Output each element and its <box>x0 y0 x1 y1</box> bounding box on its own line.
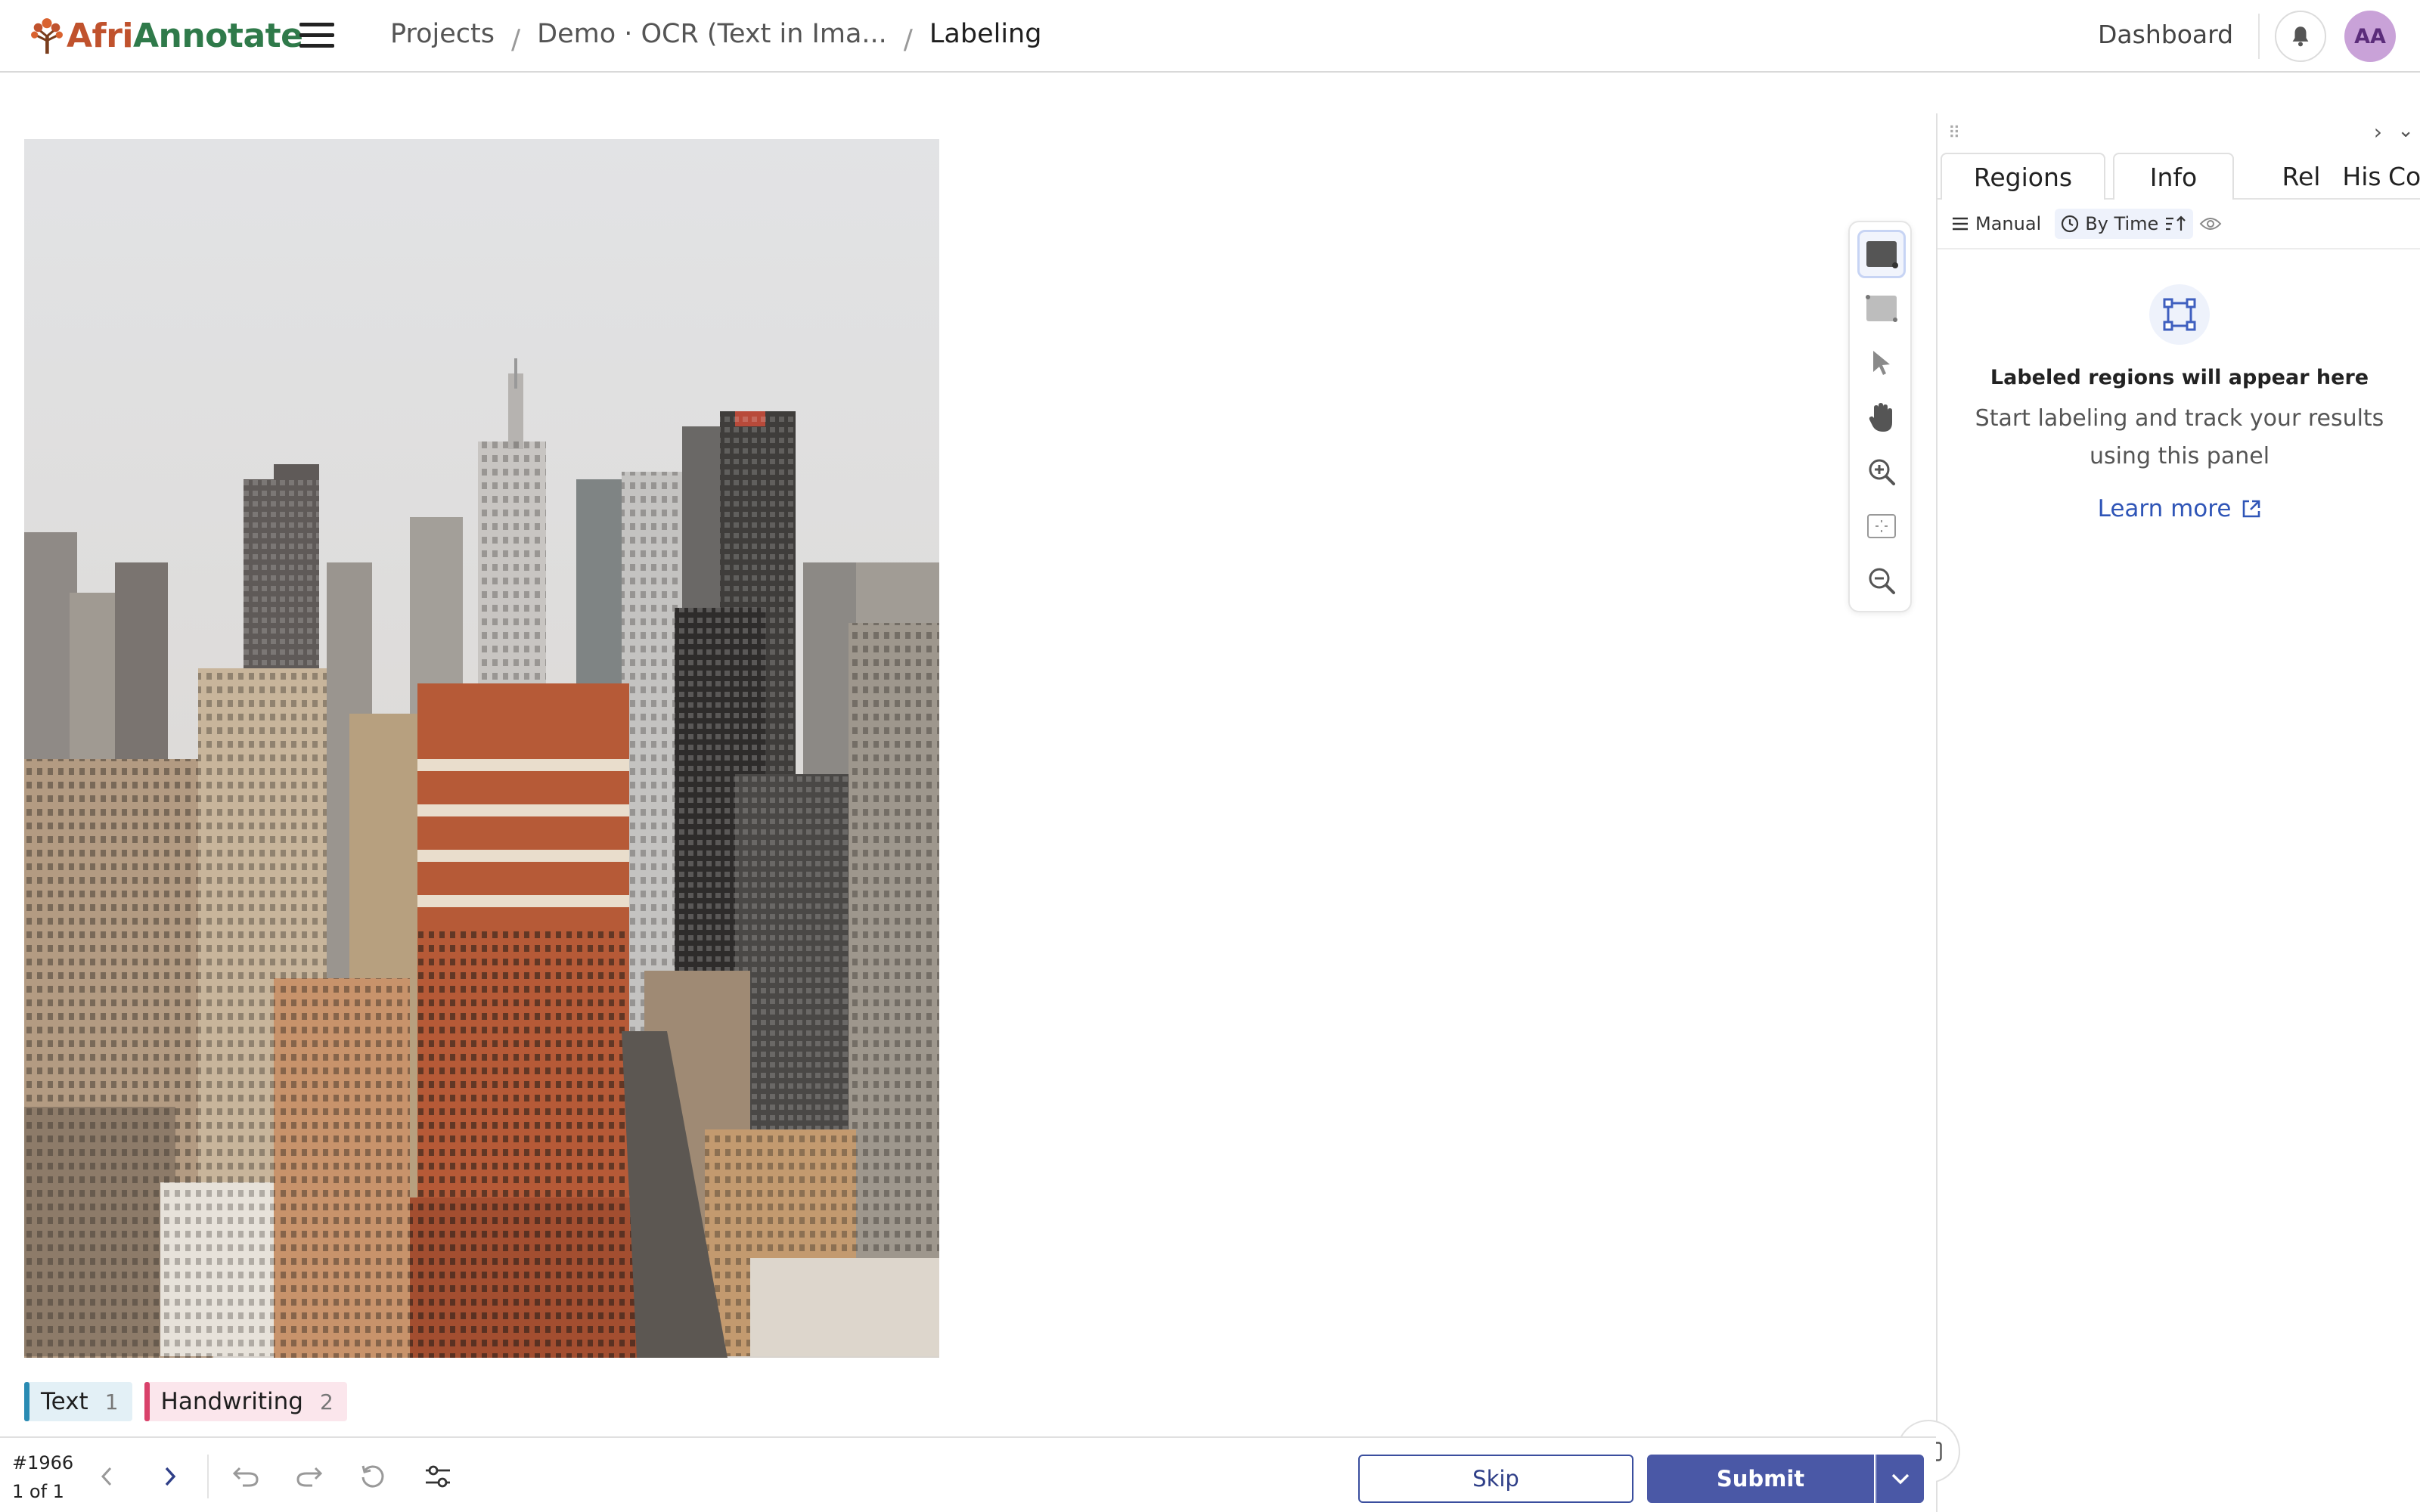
zoom-to-fit-icon <box>1867 514 1896 538</box>
label-name: Text <box>41 1388 88 1415</box>
sort-by-time[interactable]: By Time <box>2055 209 2194 239</box>
list-icon <box>1953 217 1968 231</box>
zoom-in-icon <box>1869 459 1895 485</box>
collapse-panel-icon[interactable]: ⌄ <box>2397 119 2414 142</box>
label-chip-handwriting[interactable]: Handwriting 2 <box>144 1382 347 1421</box>
bell-icon <box>2292 26 2309 47</box>
task-id: #1966 <box>12 1452 74 1473</box>
tab-info[interactable]: Info <box>2113 153 2234 200</box>
city-skyline-image <box>24 139 939 1358</box>
breadcrumb-separator: / <box>903 24 913 55</box>
eye-icon <box>2199 218 2222 230</box>
skip-button[interactable]: Skip <box>1358 1455 1634 1503</box>
tree-logo-icon <box>31 17 63 54</box>
logo[interactable]: AfriAnnotate <box>29 17 303 55</box>
breadcrumb-current: Labeling <box>929 18 1042 49</box>
select-tool[interactable] <box>1857 339 1906 387</box>
tab-regions[interactable]: Regions <box>1941 153 2105 200</box>
panel-tabs: Regions Info Rel His Co <box>1938 153 2420 200</box>
submit-button[interactable]: Submit <box>1647 1455 1874 1503</box>
label-list: Text 1 Handwriting 2 <box>24 1382 347 1421</box>
expand-panel-icon[interactable]: › <box>2374 119 2382 144</box>
sliders-icon <box>426 1465 450 1488</box>
task-position: 1 of 1 <box>12 1481 64 1502</box>
next-task-button[interactable] <box>153 1459 188 1494</box>
task-image[interactable] <box>24 139 939 1358</box>
rectangle-tool-alt[interactable] <box>1857 284 1906 333</box>
chevron-right-icon <box>165 1467 176 1486</box>
settings-button[interactable] <box>420 1459 455 1494</box>
logo-text-afri: Afri <box>67 17 133 55</box>
empty-state-subtitle: Start labeling and track your results us… <box>1975 405 2384 469</box>
top-bar: AfriAnnotate Projects / Demo · OCR (Text… <box>0 0 2420 73</box>
dashboard-link[interactable]: Dashboard <box>2098 20 2233 49</box>
submit-options-button[interactable] <box>1876 1455 1924 1503</box>
empty-state-title: Labeled regions will appear here <box>1990 366 2369 389</box>
bottom-bar: #1966 1 of 1 Skip Submit <box>0 1436 1936 1512</box>
pan-hand-icon <box>1869 403 1892 432</box>
tab-history[interactable]: His <box>2335 153 2388 200</box>
zoom-out-tool[interactable] <box>1857 556 1906 605</box>
rectangle-fill-icon <box>1866 241 1898 268</box>
breadcrumb-project-name[interactable]: Demo · OCR (Text in Ima... <box>537 19 887 49</box>
external-link-icon <box>2243 500 2260 518</box>
menu-icon[interactable] <box>299 23 334 50</box>
grouping-manual[interactable]: Manual <box>1945 209 2047 239</box>
notifications-button[interactable] <box>2275 11 2326 62</box>
undo-button[interactable] <box>228 1459 263 1494</box>
reset-button[interactable] <box>355 1459 390 1494</box>
grouping-manual-label: Manual <box>1975 213 2042 234</box>
undo-icon <box>232 1467 259 1487</box>
side-panel: ⠿ › ⌄ Regions Info Rel His Co Manual By … <box>1936 113 2420 1512</box>
redo-button[interactable] <box>292 1459 327 1494</box>
reset-icon <box>361 1465 384 1488</box>
pan-tool[interactable] <box>1857 393 1906 442</box>
label-hotkey: 2 <box>319 1389 334 1414</box>
breadcrumb: Projects / Demo · OCR (Text in Ima... / … <box>390 18 1042 56</box>
sort-by-time-label: By Time <box>2085 213 2159 234</box>
sort-ascending-icon <box>2166 215 2186 231</box>
zoom-to-fit-tool[interactable] <box>1857 502 1906 550</box>
label-name: Handwriting <box>160 1388 303 1415</box>
label-hotkey: 1 <box>104 1389 119 1414</box>
breadcrumb-projects[interactable]: Projects <box>390 19 495 49</box>
select-pointer-icon <box>1873 351 1890 375</box>
panel-divider <box>1938 248 2420 249</box>
avatar[interactable]: AA <box>2344 11 2396 62</box>
tool-palette <box>1848 221 1912 612</box>
tab-relations[interactable]: Rel <box>2267 153 2335 200</box>
rectangle-icon <box>1866 295 1897 322</box>
region-filters: Manual By Time <box>1945 209 2228 239</box>
logo-text-annotate: Annotate <box>132 17 303 55</box>
drag-handle-icon[interactable]: ⠿ <box>1948 124 1960 143</box>
label-chip-text[interactable]: Text 1 <box>24 1382 132 1421</box>
learn-more-label: Learn more <box>2097 495 2232 522</box>
bottom-divider <box>207 1455 209 1498</box>
region-icon <box>2149 284 2210 345</box>
rectangle-tool[interactable] <box>1857 230 1906 278</box>
header-divider <box>2258 14 2260 59</box>
breadcrumb-separator: / <box>510 24 521 55</box>
task-info: #1966 1 of 1 <box>12 1448 73 1506</box>
chevron-left-icon <box>101 1467 112 1486</box>
redo-icon <box>296 1467 323 1487</box>
learn-more-link[interactable]: Learn more <box>2098 495 2262 522</box>
empty-regions-state: Labeled regions will appear here Start l… <box>1938 284 2420 522</box>
zoom-out-icon <box>1869 568 1895 594</box>
panel-header: ⠿ › ⌄ <box>1938 113 2420 151</box>
clock-icon <box>2062 215 2079 233</box>
visibility-toggle[interactable] <box>2193 212 2228 236</box>
prev-task-button[interactable] <box>89 1459 124 1494</box>
zoom-in-tool[interactable] <box>1857 448 1906 496</box>
chevron-down-icon <box>1891 1473 1910 1485</box>
tab-comments[interactable]: Co <box>2388 153 2420 200</box>
